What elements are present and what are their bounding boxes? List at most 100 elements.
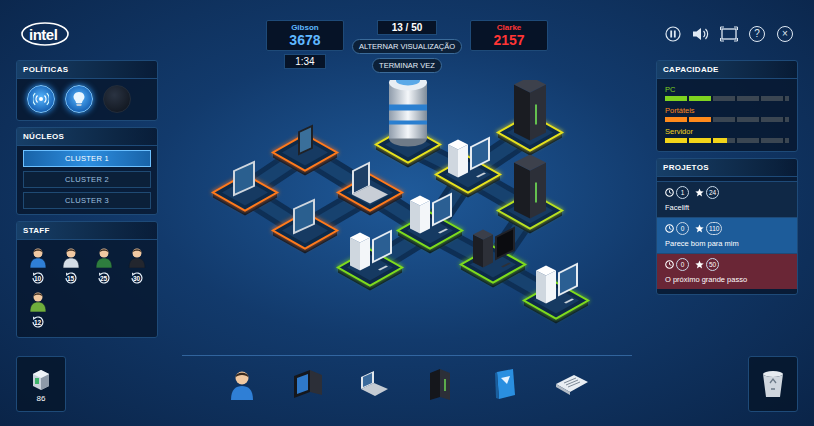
- turn-counter: 13 / 50: [377, 20, 438, 35]
- project-badges: 0 50: [665, 258, 789, 271]
- laptop-icon: [352, 162, 388, 204]
- help-icon: ?: [749, 26, 765, 42]
- player-points: 2157: [481, 32, 537, 48]
- device[interactable]: [233, 161, 255, 197]
- document-icon: [554, 370, 590, 398]
- book-icon: [493, 368, 519, 400]
- clock-icon: [665, 224, 674, 233]
- policy-button[interactable]: [103, 85, 131, 113]
- device[interactable]: [410, 193, 452, 234]
- staff-count: 15: [63, 270, 79, 286]
- sound-button[interactable]: [692, 25, 710, 43]
- toolbar-button[interactable]: [422, 366, 458, 402]
- device[interactable]: [536, 263, 578, 304]
- center-column: Gibson 3678 1:34 13 / 50 ALTERNAR VISUAL…: [158, 14, 656, 412]
- action-button[interactable]: ALTERNAR VISUALIZAÇÃO: [352, 39, 462, 54]
- player-group: Gibson 3678 1:34: [266, 20, 344, 80]
- staff-count: 30: [129, 270, 145, 286]
- staff-member[interactable]: 30: [122, 246, 151, 286]
- capacity-panel: CAPACIDADE PC Portáteis Servidor: [656, 60, 798, 152]
- panel-title: CAPACIDADE: [657, 61, 797, 79]
- time-badge: 1: [665, 186, 689, 199]
- toolbar-button[interactable]: [290, 366, 326, 402]
- staff-member[interactable]: 10: [23, 246, 52, 286]
- capacity-bar: [665, 138, 789, 143]
- project-badges: 1 24: [665, 186, 789, 199]
- device[interactable]: [448, 137, 490, 178]
- clock-icon: [665, 188, 674, 197]
- cores-panel: NÚCLEOS CLUSTER 1CLUSTER 2CLUSTER 3: [16, 127, 158, 215]
- white-pc-icon: [350, 230, 392, 271]
- fullscreen-button[interactable]: [720, 25, 738, 43]
- pause-icon: [665, 26, 681, 42]
- project-item[interactable]: 1 24 Facelift: [657, 181, 797, 217]
- server-stack-icon: [28, 366, 54, 392]
- staff-count-text: 12: [34, 319, 41, 326]
- staff-member[interactable]: 15: [56, 246, 85, 286]
- capacity-segments: [665, 96, 789, 101]
- person-icon: [28, 290, 48, 312]
- policy-list: [17, 83, 157, 115]
- device[interactable]: [473, 227, 515, 268]
- device[interactable]: [514, 155, 546, 219]
- white-pc-icon: [536, 263, 578, 304]
- projects-panel: PROJETOS 1 24 Facelift 0 110 Parece bom …: [656, 158, 798, 295]
- capacity-row: Servidor: [657, 125, 797, 146]
- player-score: Gibson 3678: [266, 20, 344, 51]
- tablet-icon: [233, 161, 255, 197]
- staff-member[interactable]: 25: [89, 246, 118, 286]
- black-pc-icon: [473, 227, 515, 268]
- tablet-icon: [293, 199, 315, 235]
- toolbar-button[interactable]: [554, 366, 590, 402]
- toolbar-button[interactable]: [356, 366, 392, 402]
- staff-panel: STAFF 10 15 25 30 12: [16, 221, 158, 338]
- project-item[interactable]: 0 50 O próximo grande passo: [657, 253, 797, 289]
- bulb-icon: [72, 91, 86, 107]
- opponent-group: Clarke 2157: [470, 20, 548, 80]
- staff-member[interactable]: 12: [23, 290, 52, 330]
- star-icon: [695, 260, 704, 269]
- stars-value: 50: [706, 258, 719, 271]
- device[interactable]: [298, 125, 313, 156]
- device[interactable]: [350, 230, 392, 271]
- cluster-item[interactable]: CLUSTER 2: [23, 171, 151, 188]
- player-name: Gibson: [277, 23, 333, 32]
- action-button[interactable]: TERMINAR VEZ: [372, 58, 442, 73]
- project-name: O próximo grande passo: [665, 275, 789, 284]
- device[interactable]: [352, 162, 388, 204]
- staff-count-text: 30: [133, 275, 140, 282]
- pause-button[interactable]: [664, 25, 682, 43]
- trash-box[interactable]: [748, 356, 798, 412]
- stars-badge: 24: [695, 186, 719, 199]
- person-icon: [94, 246, 114, 268]
- star-icon: [695, 188, 704, 197]
- monitor-icon: [291, 368, 325, 400]
- policy-button[interactable]: [65, 85, 93, 113]
- cluster-item[interactable]: CLUSTER 1: [23, 150, 151, 167]
- time-value: 0: [676, 258, 689, 271]
- stars-badge: 50: [695, 258, 719, 271]
- board-canvas: [158, 80, 656, 355]
- project-item[interactable]: 0 110 Parece bom para mim: [657, 217, 797, 253]
- inventory-box[interactable]: 86: [16, 356, 66, 412]
- policy-button[interactable]: [27, 85, 55, 113]
- scoreboard: Gibson 3678 1:34 13 / 50 ALTERNAR VISUAL…: [158, 14, 656, 80]
- close-button[interactable]: ×: [776, 25, 794, 43]
- project-name: Parece bom para mim: [665, 239, 789, 248]
- device[interactable]: [389, 80, 427, 147]
- help-button[interactable]: ?: [748, 25, 766, 43]
- inventory-count: 86: [37, 394, 46, 403]
- build-toolbar: [182, 355, 632, 412]
- toolbar-button[interactable]: [224, 366, 260, 402]
- person-icon: [61, 246, 81, 268]
- cluster-item[interactable]: CLUSTER 3: [23, 192, 151, 209]
- stars-badge: 110: [695, 222, 722, 235]
- white-pc-icon: [410, 193, 452, 234]
- toolbar-button[interactable]: [488, 366, 524, 402]
- capacity-segments: [665, 117, 789, 122]
- device[interactable]: [293, 199, 315, 235]
- staff-count: 10: [30, 270, 46, 286]
- capacity-bar: [665, 117, 789, 122]
- device[interactable]: [514, 80, 546, 141]
- panel-title: POLÍTICAS: [17, 61, 157, 79]
